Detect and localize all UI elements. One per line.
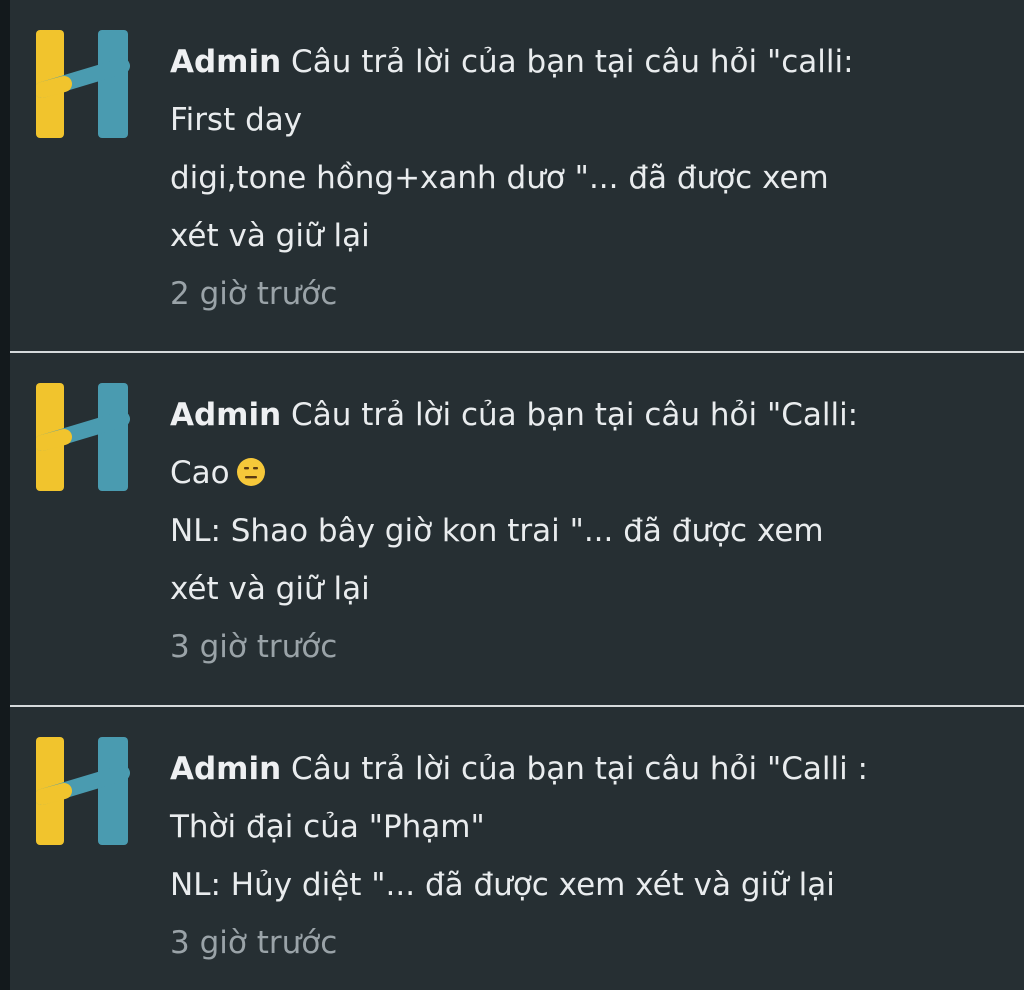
- expressionless-face-icon: [236, 448, 266, 486]
- notification-line-3: NL: Hủy diệt "... đã được xem xét và giữ…: [170, 867, 835, 903]
- notification-author: Admin: [170, 397, 282, 433]
- notification-line-2: First day: [170, 102, 303, 138]
- h-logo-icon: [36, 30, 130, 138]
- notification-line-2: Cao: [170, 444, 1000, 502]
- notification-timestamp: 3 giờ trước: [170, 629, 338, 665]
- notification-author: Admin: [170, 751, 282, 787]
- notification-line-2: Thời đại của "Phạm": [170, 809, 485, 845]
- notification-timestamp: 2 giờ trước: [170, 276, 338, 312]
- notification-body: Admin Câu trả lời của bạn tại câu hỏi "C…: [170, 386, 1000, 676]
- notification-author: Admin: [170, 44, 282, 80]
- notification-line-1: Admin Câu trả lời của bạn tại câu hỏi "C…: [170, 751, 868, 787]
- notification-line-1: Admin Câu trả lời của bạn tại câu hỏi "c…: [170, 44, 854, 80]
- h-logo-icon: [36, 383, 130, 491]
- notification-item[interactable]: Admin Câu trả lời của bạn tại câu hỏi "c…: [10, 0, 1024, 351]
- notification-line-3: NL: Shao bây giờ kon trai "... đã được x…: [170, 513, 824, 549]
- notification-item[interactable]: Admin Câu trả lời của bạn tại câu hỏi "C…: [10, 707, 1024, 990]
- notification-list: Admin Câu trả lời của bạn tại câu hỏi "c…: [10, 0, 1024, 990]
- notification-body: Admin Câu trả lời của bạn tại câu hỏi "C…: [170, 740, 1000, 972]
- notification-timestamp: 3 giờ trước: [170, 925, 338, 961]
- notification-item[interactable]: Admin Câu trả lời của bạn tại câu hỏi "C…: [10, 353, 1024, 705]
- notification-body: Admin Câu trả lời của bạn tại câu hỏi "c…: [170, 33, 1000, 323]
- notification-line-1: Admin Câu trả lời của bạn tại câu hỏi "C…: [170, 397, 859, 433]
- notification-line-4: xét và giữ lại: [170, 218, 370, 254]
- notification-line-4: xét và giữ lại: [170, 571, 370, 607]
- h-logo-icon: [36, 737, 130, 845]
- notification-line-3: digi,tone hồng+xanh dươ "... đã được xem: [170, 160, 829, 196]
